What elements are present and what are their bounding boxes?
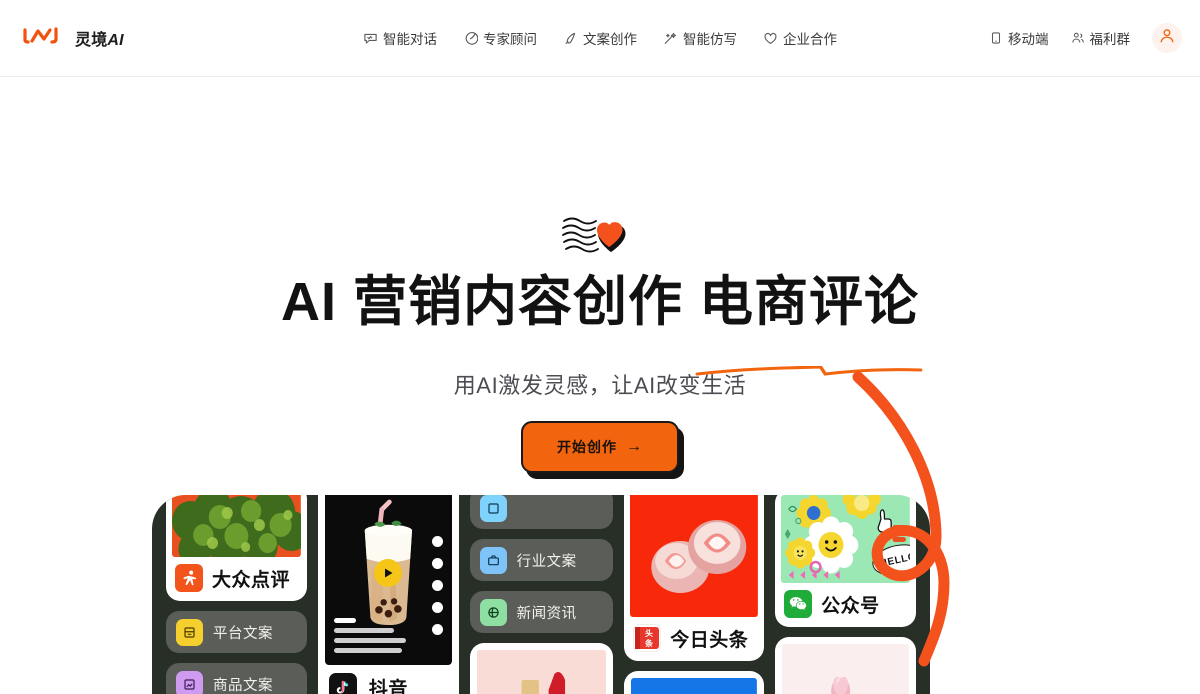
app-header: 灵境AI 智能对话 专家顾问 文案创作 智能仿写 企业合作 移动端 福利群 [0,0,1200,77]
user-avatar-icon [1158,27,1176,50]
header-actions: 移动端 福利群 [989,23,1182,53]
nav-item-label: 智能对话 [383,32,437,47]
pill-label: 行业文案 [516,553,577,570]
toutiao-logo-icon: 头 条 [633,624,662,652]
douyin-logo-icon [328,673,357,694]
mobile-phone-icon [989,31,1003,45]
hero-headline-emphasis: 电商评论 [699,272,920,332]
pill-label: 平台文案 [213,625,273,642]
nav-item-label: 智能仿写 [683,32,737,47]
user-avatar[interactable] [1152,23,1182,53]
header-item-mobile[interactable]: 移动端 [989,28,1049,48]
pill-product-copy[interactable]: 商品文案 [166,663,307,694]
collage-column: 抖音 [317,495,459,694]
collage-column: 行业文案 新闻资讯 [469,495,614,694]
showcase-collage: 大众点评 平台文案 商品文案 抖音 行业文案 新闻资讯 头 条 今日头条 HEL… [152,495,930,694]
header-item-welfare-group[interactable]: 福利群 [1071,28,1131,48]
brand-card-wechat-official[interactable]: HELLO 公众号 [775,495,916,627]
nav-item-smart-rewrite[interactable]: 智能仿写 [663,28,737,48]
collage-column: 大众点评 平台文案 商品文案 [166,495,307,694]
green-hedge-photo [172,495,301,557]
globe-icon [479,598,507,626]
arrow-right-icon: → [626,438,643,455]
smiley-flowers-photo: HELLO [781,495,910,583]
brand-logo[interactable]: 灵境AI [22,26,124,51]
nav-item-label: 文案创作 [583,32,637,47]
compass-icon [463,31,479,46]
lingjing-logo-mark-icon [22,26,66,51]
milk-tea-drink-photo [324,495,452,665]
platform-doc-icon [176,618,203,646]
nav-item-copywriting[interactable]: 文案创作 [563,28,637,48]
pill-news-info[interactable]: 新闻资讯 [469,591,614,633]
orange-underline-stroke-icon [695,331,923,376]
hero-decoration [0,211,1200,264]
pink-tulip-photo: ATION [782,644,909,694]
video-caption-placeholder [333,618,406,653]
header-item-label: 移动端 [1008,32,1049,47]
brand-card-douyin[interactable]: 抖音 [317,495,459,694]
users-group-icon [1071,31,1085,45]
collage-column: HELLO 公众号 [775,495,916,694]
brand-card-name: 今日头条 [670,629,749,651]
doc-icon [479,495,507,522]
nav-item-label: 企业合作 [783,32,837,47]
main-nav: 智能对话 专家顾问 文案创作 智能仿写 企业合作 [363,28,837,48]
chat-bubble-icon [363,31,378,46]
brand-card-name: 公众号 [821,595,880,617]
svg-text:头: 头 [645,628,653,638]
dianping-logo-icon [175,564,203,592]
play-triangle-icon[interactable] [374,558,403,587]
hero-headline-emphasis-wrap: 电商评论 [695,272,923,376]
hero-cta-wrap: 开始创作 → [0,421,1200,473]
pill-label: 新闻资讯 [516,605,577,622]
brand-card-name: 抖音 [368,678,408,694]
pill-industry-copy[interactable]: 行业文案 [469,539,614,581]
nav-item-enterprise-cooperation[interactable]: 企业合作 [763,28,837,48]
start-creating-button[interactable]: 开始创作 → [521,421,679,473]
video-dot-indicators [431,536,443,635]
photo-card-open-book[interactable] [624,671,765,694]
sparkle-icon [663,31,678,46]
hero-headline-plain: AI 营销内容创作 [280,272,683,332]
wechat-logo-icon [784,590,813,618]
heart-with-motion-lines-icon [560,211,640,264]
pill-platform-copy[interactable]: 平台文案 [166,611,307,653]
brand-name: 灵境AI [75,32,124,49]
open-book-photo [631,678,758,694]
photo-card-tulip[interactable]: ATION [775,637,916,694]
hero-section: AI 营销内容创作 电商评论 用AI激发灵感，让AI改变生活 开始创作 → 大众… [0,77,1200,694]
photo-card-lipstick[interactable]: YSL [469,643,614,694]
pill-label: 商品文案 [213,677,273,694]
header-item-label: 福利群 [1089,32,1131,47]
nav-item-label: 专家顾问 [483,32,537,47]
start-creating-label: 开始创作 [557,439,617,455]
brand-card-toutiao[interactable]: 头 条 今日头条 [624,495,765,661]
collage-column: 头 条 今日头条 [624,495,765,694]
pill-cut-off-top[interactable] [469,495,614,529]
nav-item-smart-chat[interactable]: 智能对话 [363,28,437,48]
brand-card-name: 大众点评 [212,569,291,591]
pen-icon [563,31,578,46]
lipstick-photo: YSL [476,650,607,694]
nav-item-expert-advisor[interactable]: 专家顾问 [463,28,537,48]
brand-card-dianping[interactable]: 大众点评 [166,495,307,601]
briefcase-icon [479,546,507,574]
hero-headline: AI 营销内容创作 电商评论 [0,272,1200,376]
hero-subheadline: 用AI激发灵感，让AI改变生活 [453,373,747,398]
heart-icon [763,31,778,46]
strawberry-mochi-photo [630,495,759,617]
product-doc-icon [176,670,203,694]
svg-text:条: 条 [644,638,654,648]
